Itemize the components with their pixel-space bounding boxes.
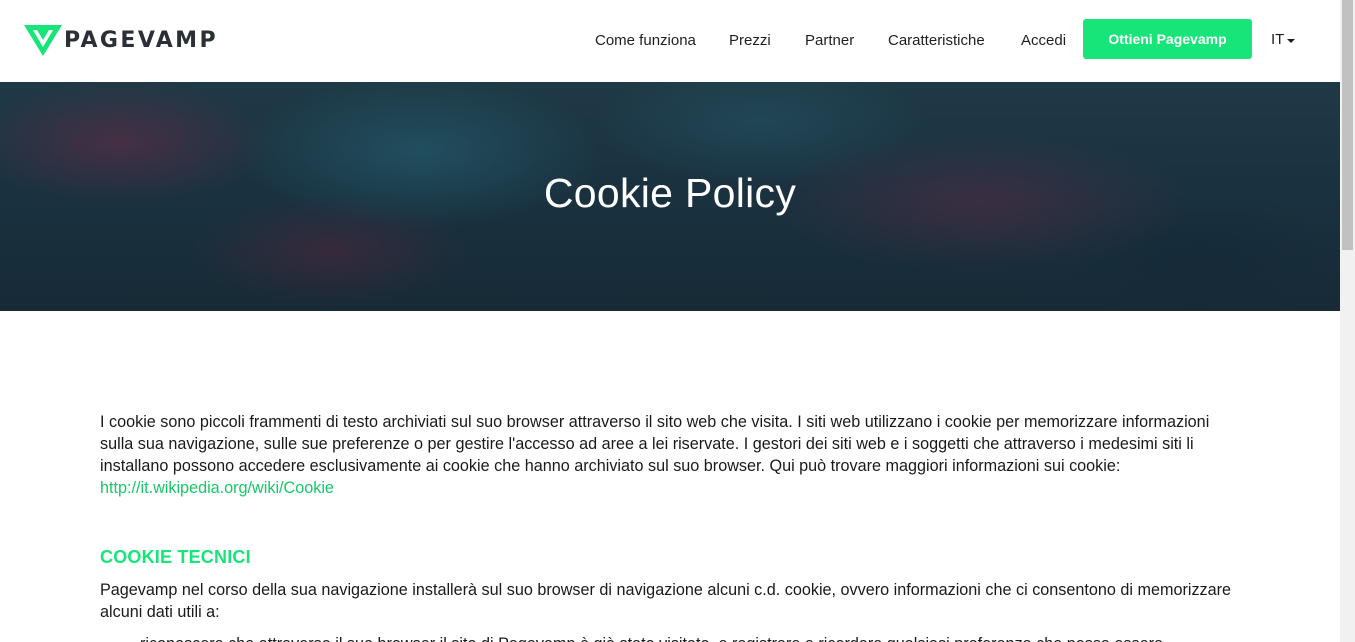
site-header: PAGEVAMP Come funziona Prezzi Partner Ca… [0, 0, 1340, 82]
cookie-purpose-list: riconoscere che attraverso il suo browse… [100, 633, 1240, 642]
caret-down-icon [1287, 38, 1296, 43]
page: PAGEVAMP Come funziona Prezzi Partner Ca… [0, 0, 1340, 642]
intro-paragraph: I cookie sono piccoli frammenti di testo… [100, 411, 1240, 499]
policy-content: I cookie sono piccoli frammenti di testo… [100, 411, 1240, 642]
get-pagevamp-button[interactable]: Ottieni Pagevamp [1083, 19, 1252, 59]
section-title-cookie-tecnici: COOKIE TECNICI [100, 547, 251, 567]
nav-partner[interactable]: Partner [805, 31, 854, 51]
wikipedia-cookie-link[interactable]: http://it.wikipedia.org/wiki/Cookie [100, 479, 334, 497]
intro-text: I cookie sono piccoli frammenti di testo… [100, 413, 1210, 475]
nav-accedi[interactable]: Accedi [1021, 31, 1066, 51]
language-label: IT [1271, 31, 1285, 48]
nav-come-funziona[interactable]: Come funziona [595, 31, 696, 51]
nav-caratteristiche[interactable]: Caratteristiche [888, 31, 985, 51]
section-paragraph: Pagevamp nel corso della sua navigazione… [100, 581, 1232, 621]
hero-banner: Cookie Policy [0, 82, 1340, 311]
scrollbar-thumb[interactable] [1342, 0, 1353, 250]
page-title: Cookie Policy [543, 170, 797, 216]
language-selector[interactable]: IT [1271, 31, 1296, 48]
nav-prezzi[interactable]: Prezzi [729, 31, 771, 51]
list-item: riconoscere che attraverso il suo browse… [140, 633, 1240, 642]
get-pagevamp-button-label: Ottieni Pagevamp [1108, 31, 1227, 47]
vertical-scrollbar[interactable] [1340, 0, 1355, 642]
